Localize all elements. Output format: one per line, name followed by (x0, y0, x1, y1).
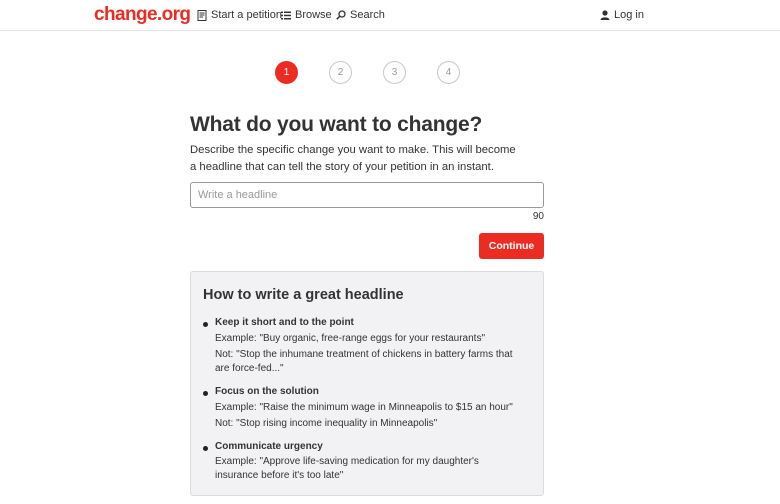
nav-browse-label: Browse (295, 9, 332, 21)
bullet-icon (203, 391, 208, 396)
nav-login[interactable]: Log in (600, 9, 644, 21)
nav-browse[interactable]: Browse (281, 9, 332, 21)
search-icon (336, 10, 346, 20)
tip-example: Example: "Raise the minimum wage in Minn… (215, 402, 513, 413)
character-counter: 90 (532, 211, 544, 222)
user-icon (600, 10, 610, 20)
page-title: What do you want to change? (190, 113, 483, 136)
step-3: 3 (383, 61, 406, 84)
tips-title: How to write a great headline (203, 287, 404, 303)
step-indicator: 1 2 3 4 (275, 61, 460, 84)
tip-counter-example: Not: "Stop rising income inequality in M… (215, 418, 438, 429)
headline-tips-panel: How to write a great headline Keep it sh… (190, 271, 544, 496)
bullet-icon (203, 322, 208, 327)
document-icon (197, 9, 207, 21)
tip-counter-example: Not: "Stop the inhumane treatment of chi… (215, 349, 513, 374)
list-icon (281, 11, 291, 20)
nav-start-petition[interactable]: Start a petition (197, 9, 282, 21)
nav-search[interactable]: Search (336, 9, 385, 21)
bullet-icon (203, 446, 208, 451)
tip-heading: Communicate urgency (215, 441, 323, 452)
tip-heading: Keep it short and to the point (215, 317, 354, 328)
tip-heading: Focus on the solution (215, 386, 319, 397)
site-header: change.org Start a petition Browse Searc… (0, 0, 780, 31)
tip-example: Example: "Approve life-saving medication… (215, 456, 479, 481)
step-1: 1 (275, 61, 298, 84)
page-description: Describe the specific change you want to… (190, 144, 516, 173)
tip-example: Example: "Buy organic, free-range eggs f… (215, 333, 486, 344)
nav-search-label: Search (350, 9, 385, 21)
headline-input[interactable] (190, 182, 544, 208)
nav-login-label: Log in (614, 9, 644, 21)
nav-start-petition-label: Start a petition (211, 9, 282, 21)
step-2: 2 (329, 61, 352, 84)
change-org-logo[interactable]: change.org (94, 4, 191, 26)
continue-button[interactable]: Continue (479, 233, 544, 259)
step-4: 4 (437, 61, 460, 84)
